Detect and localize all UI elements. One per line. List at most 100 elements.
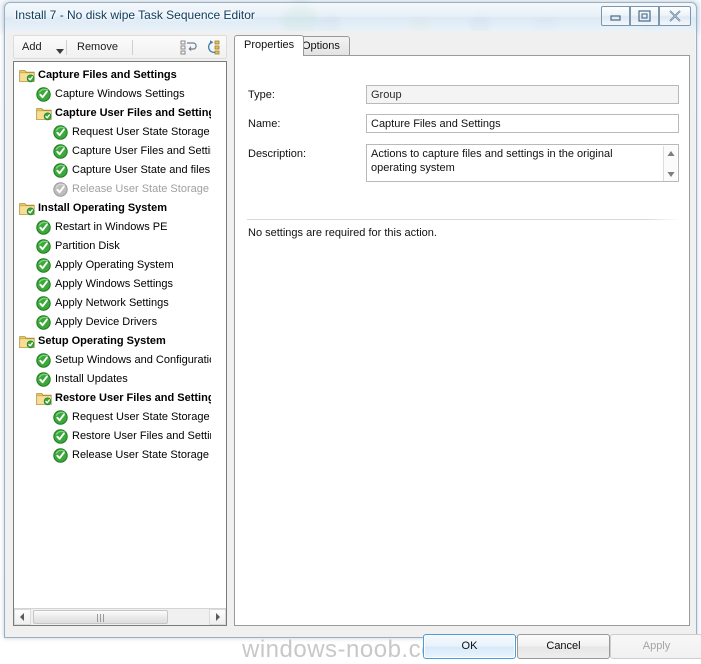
tree-node-label: Request User State Storage	[72, 411, 210, 423]
tree-node-label: Apply Network Settings	[55, 297, 169, 309]
description-textarea[interactable]: Actions to capture files and settings in…	[366, 144, 679, 182]
tree-node-label: Setup Operating System	[38, 335, 166, 347]
tree-node[interactable]: Setup Operating System	[14, 332, 211, 351]
tree-node[interactable]: Release User State Storage	[14, 180, 211, 199]
apply-button: Apply	[610, 634, 701, 659]
add-button[interactable]: Add	[17, 38, 47, 57]
tree-node[interactable]: Apply Device Drivers	[14, 313, 211, 332]
properties-pane: Type: Group Name: Capture Files and Sett…	[234, 55, 690, 626]
section-divider	[247, 219, 679, 220]
tree-node-label: Partition Disk	[55, 240, 120, 252]
task-sequence-editor-window: Install 7 - No disk wipe Task Sequence E…	[4, 2, 701, 663]
name-input[interactable]: Capture Files and Settings	[366, 114, 679, 133]
tree-horizontal-scrollbar[interactable]	[14, 608, 226, 625]
check-circle-icon	[36, 220, 51, 235]
check-circle-icon	[53, 410, 68, 425]
tree-node[interactable]: Apply Windows Settings	[14, 275, 211, 294]
tree-node-label: Install Operating System	[38, 202, 167, 214]
tree-node[interactable]: Restore User Files and Settings	[14, 427, 211, 446]
scroll-left-arrow[interactable]	[14, 609, 31, 625]
tree-node[interactable]: Restore User Files and Settings	[14, 389, 211, 408]
folder-group-icon	[19, 203, 35, 216]
tree-node-label: Capture User Files and Settings	[55, 107, 211, 119]
tree-node-label: Setup Windows and Configuration	[55, 354, 211, 366]
tree-node[interactable]: Capture Windows Settings	[14, 85, 211, 104]
restore-icon	[638, 10, 651, 22]
tree-node[interactable]: Partition Disk	[14, 237, 211, 256]
tree-node-label: Install Updates	[55, 373, 128, 385]
tree-node-label: Capture Windows Settings	[55, 88, 185, 100]
folder-group-icon	[36, 108, 52, 121]
tree-node-label: Restore User Files and Settings	[72, 430, 211, 442]
tree-node-label: Apply Windows Settings	[55, 278, 173, 290]
task-sequence-tree[interactable]: Capture Files and Settings Capture Window…	[13, 61, 227, 626]
close-icon	[669, 10, 681, 22]
tree-node[interactable]: Apply Operating System	[14, 256, 211, 275]
editor-toolbar: Add Remove	[13, 35, 227, 59]
toolbar-separator-2	[132, 40, 133, 55]
tree-node[interactable]: Request User State Storage	[14, 408, 211, 427]
window-title: Install 7 - No disk wipe Task Sequence E…	[15, 8, 255, 22]
tree-node[interactable]: Capture User State and files in	[14, 161, 211, 180]
tree-node-label: Apply Operating System	[55, 259, 174, 271]
minimize-button[interactable]	[601, 6, 630, 26]
minimize-icon	[610, 15, 621, 21]
check-circle-icon	[36, 353, 51, 368]
tree-node-label: Apply Device Drivers	[55, 316, 158, 328]
restore-button[interactable]	[630, 6, 659, 26]
redo-list-icon[interactable]	[204, 39, 222, 56]
tree-node[interactable]: Capture User Files and Settings	[14, 104, 211, 123]
check-circle-icon	[53, 163, 68, 178]
tree-node-label: Release User State Storage	[72, 183, 209, 195]
tree-node[interactable]: Apply Network Settings	[14, 294, 211, 313]
tree-node[interactable]: Release User State Storage	[14, 446, 211, 465]
check-circle-disabled-icon	[53, 182, 68, 197]
scrollbar-thumb[interactable]	[33, 610, 168, 624]
check-circle-icon	[53, 144, 68, 159]
folder-group-icon	[36, 393, 52, 406]
tree-node-label: Request User State Storage	[72, 126, 210, 138]
tree-node[interactable]: Request User State Storage	[14, 123, 211, 142]
tree-node[interactable]: Install Updates	[14, 370, 211, 389]
chevron-down-icon[interactable]	[56, 45, 64, 57]
check-circle-icon	[36, 239, 51, 254]
name-label: Name:	[248, 118, 281, 130]
tree-node-label: Capture User Files and Settings	[72, 145, 211, 157]
tree-node[interactable]: Capture Files and Settings	[14, 66, 211, 85]
tree-node[interactable]: Install Operating System	[14, 199, 211, 218]
type-label: Type:	[248, 89, 275, 101]
window-titlebar[interactable]: Install 7 - No disk wipe Task Sequence E…	[5, 3, 696, 31]
property-tabs: Properties Options	[234, 35, 690, 56]
description-scroll-up-arrow[interactable]	[664, 147, 678, 160]
tree-node[interactable]: Setup Windows and Configuration	[14, 351, 211, 370]
tree-node-label: Release User State Storage	[72, 449, 209, 461]
description-scrollbar[interactable]	[663, 146, 678, 181]
window-client-area: Add Remove Capture Files and Settings Ca…	[6, 31, 701, 663]
scroll-right-arrow[interactable]	[209, 609, 226, 625]
toolbar-separator-1	[66, 40, 67, 55]
ok-button[interactable]: OK	[423, 634, 516, 659]
tab-properties[interactable]: Properties	[234, 35, 305, 56]
tree-node-label: Capture User State and files in	[72, 164, 211, 176]
check-circle-icon	[36, 87, 51, 102]
no-settings-message: No settings are required for this action…	[248, 227, 437, 239]
tree-node[interactable]: Restart in Windows PE	[14, 218, 211, 237]
description-scroll-down-arrow[interactable]	[664, 168, 678, 181]
check-circle-icon	[53, 448, 68, 463]
check-circle-icon	[53, 429, 68, 444]
check-circle-icon	[36, 296, 51, 311]
description-text: Actions to capture files and settings in…	[371, 148, 613, 174]
folder-group-icon	[19, 336, 35, 349]
close-button[interactable]	[659, 6, 691, 26]
cancel-button[interactable]: Cancel	[517, 634, 610, 659]
undo-list-icon[interactable]	[180, 39, 198, 56]
tree-viewport: Capture Files and Settings Capture Window…	[14, 62, 211, 607]
description-label: Description:	[248, 148, 307, 160]
check-circle-icon	[36, 258, 51, 273]
folder-group-icon	[19, 70, 35, 83]
check-circle-icon	[36, 315, 51, 330]
remove-button[interactable]: Remove	[72, 38, 123, 57]
type-value-field: Group	[366, 85, 679, 104]
check-circle-icon	[36, 277, 51, 292]
tree-node[interactable]: Capture User Files and Settings	[14, 142, 211, 161]
